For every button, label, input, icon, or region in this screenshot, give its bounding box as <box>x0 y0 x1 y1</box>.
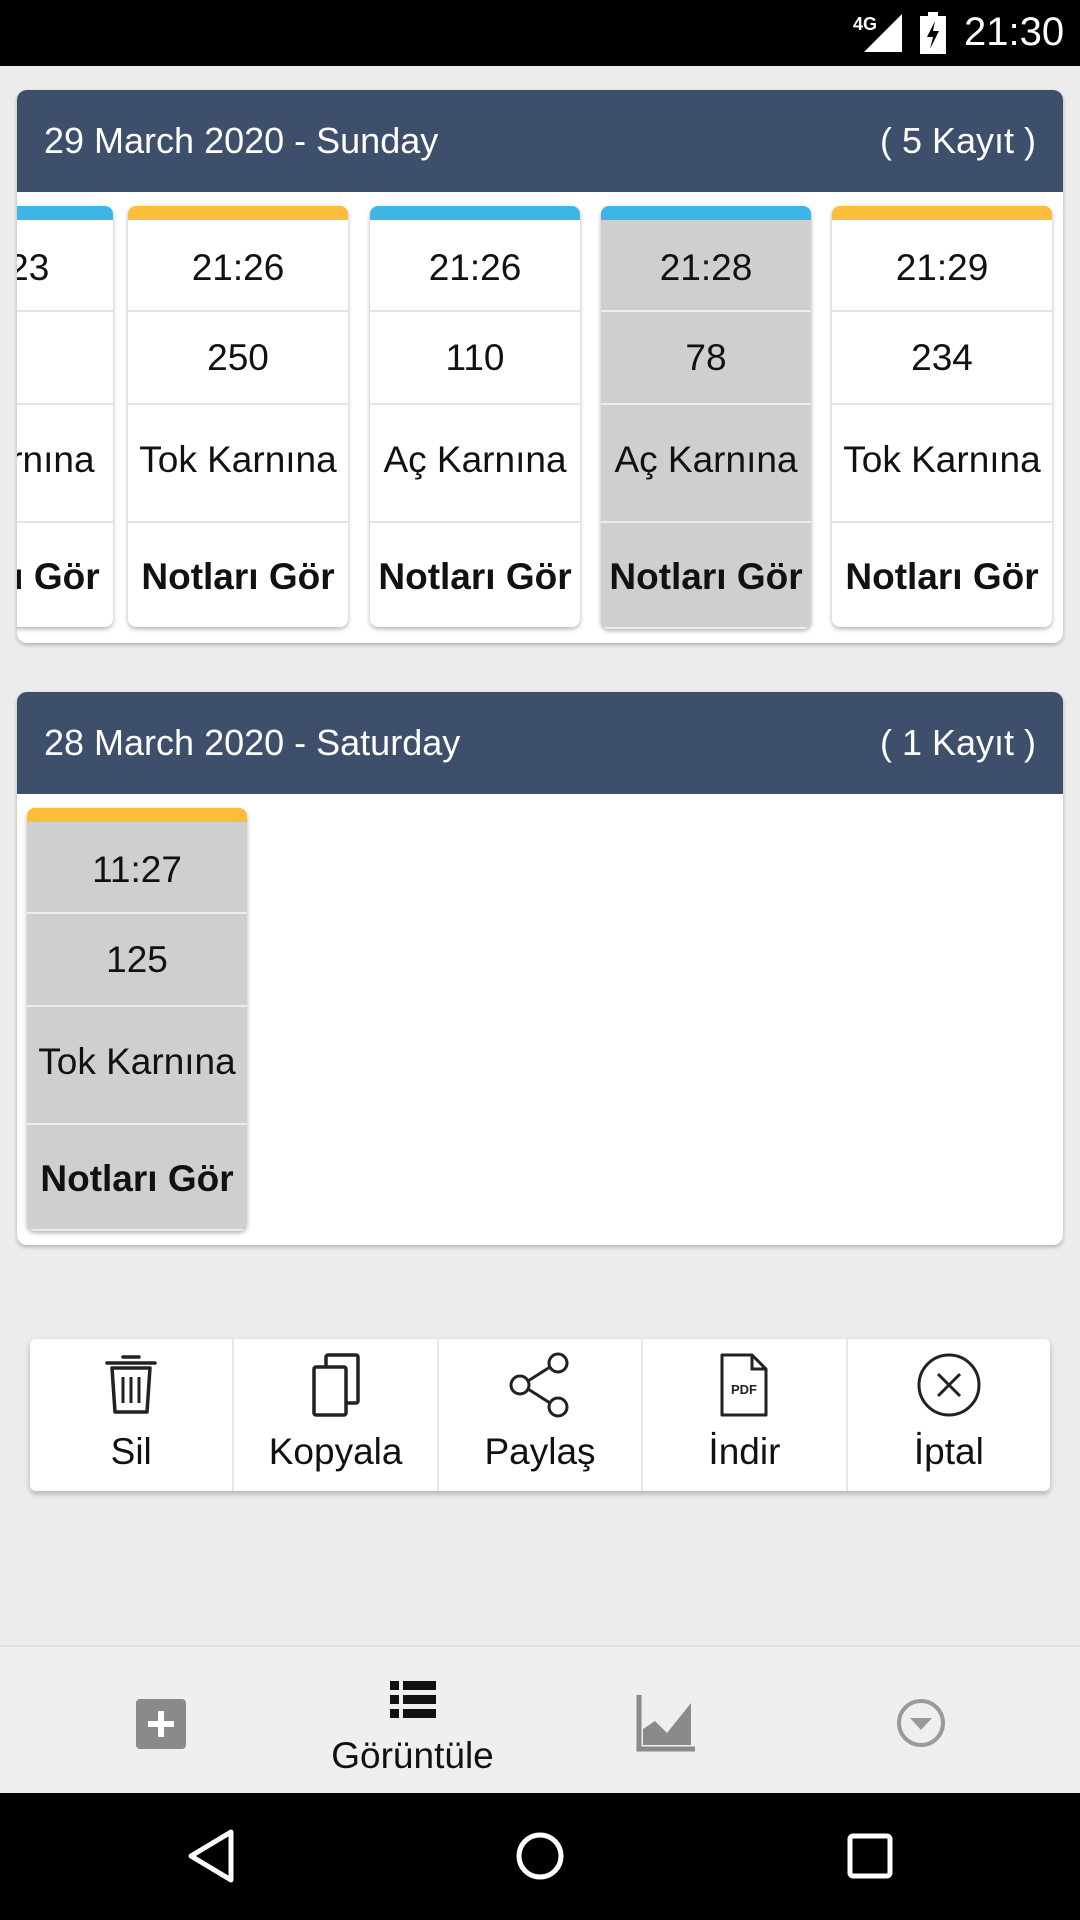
entry-value: 234 <box>832 312 1052 405</box>
download-label: İndir <box>708 1431 781 1472</box>
day-record-count: ( 5 Kayıt ) <box>879 120 1036 161</box>
delete-label: Sil <box>110 1431 152 1472</box>
entry-type: Tok Karnına <box>27 1007 247 1125</box>
status-time: 21:30 <box>964 10 1065 54</box>
entry-color-bar <box>27 808 247 822</box>
list-icon <box>390 1681 436 1718</box>
status-bar: 4G 21:30 <box>0 0 1080 66</box>
entry-type: Aç Karnına <box>370 405 580 523</box>
cancel-label: İptal <box>913 1431 984 1472</box>
copy-button[interactable]: Kopyala <box>234 1339 439 1491</box>
entry-value <box>17 312 113 405</box>
trash-icon <box>105 1355 157 1414</box>
nav-more[interactable] <box>795 1647 1050 1795</box>
entry-type: Aç Karnına <box>17 405 113 523</box>
entry-type: Tok Karnına <box>128 405 348 523</box>
entry-card[interactable]: 21:23 Aç Karnına Notları Gör <box>17 206 113 627</box>
day-header: 29 March 2020 - Sunday ( 5 Kayıt ) <box>17 90 1063 192</box>
delete-button[interactable]: Sil <box>30 1339 235 1491</box>
entry-color-bar <box>17 206 113 220</box>
day-card: 29 March 2020 - Sunday ( 5 Kayıt ) 21:23… <box>17 90 1063 643</box>
entry-value: 110 <box>370 312 580 405</box>
entry-time: 21:26 <box>128 220 348 312</box>
home-icon[interactable] <box>514 1830 566 1882</box>
day-header: 28 March 2020 - Saturday ( 1 Kayıt ) <box>17 692 1063 794</box>
chart-icon <box>636 1695 695 1752</box>
svg-text:PDF: PDF <box>731 1382 757 1397</box>
selection-action-bar: Sil Kopyala Paylaş PDF İndir İptal <box>30 1339 1050 1491</box>
day-card: 28 March 2020 - Saturday ( 1 Kayıt ) 11:… <box>17 692 1063 1245</box>
cancel-icon <box>917 1353 981 1417</box>
entry-color-bar <box>601 206 811 220</box>
day-date: 29 March 2020 - Sunday <box>44 120 439 161</box>
pdf-icon: PDF <box>720 1353 768 1417</box>
view-notes-button[interactable]: Notları Gör <box>128 523 348 627</box>
entry-color-bar <box>832 206 1052 220</box>
add-icon <box>136 1699 186 1749</box>
entry-time: 21:26 <box>370 220 580 312</box>
entry-value: 125 <box>27 914 247 1007</box>
entry-card-selected[interactable]: 11:27 125 Tok Karnına Notları Gör <box>27 808 247 1231</box>
recents-icon[interactable] <box>846 1832 894 1880</box>
cancel-button[interactable]: İptal <box>848 1339 1050 1491</box>
entry-card[interactable]: 21:29 234 Tok Karnına Notları Gör <box>832 206 1052 627</box>
nav-view[interactable]: Görüntüle <box>290 1647 535 1795</box>
view-notes-button[interactable]: Notları Gör <box>17 523 113 627</box>
nav-add[interactable] <box>30 1647 290 1795</box>
signal-icon <box>864 14 902 52</box>
entry-time: 21:23 <box>17 220 113 312</box>
view-notes-button[interactable]: Notları Gör <box>601 523 811 629</box>
entry-value: 78 <box>601 312 811 405</box>
day-date: 28 March 2020 - Saturday <box>44 722 461 763</box>
battery-charging-icon <box>920 12 946 54</box>
entry-color-bar <box>370 206 580 220</box>
entry-color-bar <box>128 206 348 220</box>
view-notes-button[interactable]: Notları Gör <box>27 1125 247 1231</box>
entry-type: Tok Karnına <box>832 405 1052 523</box>
download-pdf-button[interactable]: PDF İndir <box>643 1339 848 1491</box>
entry-value: 250 <box>128 312 348 405</box>
dropdown-icon <box>897 1699 945 1747</box>
copy-label: Kopyala <box>268 1431 403 1472</box>
entry-card-selected[interactable]: 21:28 78 Aç Karnına Notları Gör <box>601 206 811 629</box>
entry-time: 21:28 <box>601 220 811 312</box>
entry-type: Aç Karnına <box>601 405 811 523</box>
copy-icon <box>311 1353 360 1417</box>
system-navigation-bar <box>0 1793 1080 1920</box>
back-icon[interactable] <box>183 1826 239 1886</box>
share-icon <box>509 1352 569 1418</box>
share-button[interactable]: Paylaş <box>439 1339 644 1491</box>
entry-time: 11:27 <box>27 822 247 914</box>
view-notes-button[interactable]: Notları Gör <box>370 523 580 627</box>
view-notes-button[interactable]: Notları Gör <box>832 523 1052 627</box>
entry-card[interactable]: 21:26 250 Tok Karnına Notları Gör <box>128 206 348 627</box>
entry-card[interactable]: 21:26 110 Aç Karnına Notları Gör <box>370 206 580 627</box>
entry-list[interactable]: 11:27 125 Tok Karnına Notları Gör <box>17 794 1063 1245</box>
share-label: Paylaş <box>484 1431 596 1472</box>
nav-view-label: Görüntüle <box>331 1735 494 1776</box>
entry-time: 21:29 <box>832 220 1052 312</box>
nav-chart[interactable] <box>535 1647 795 1795</box>
entry-list[interactable]: 21:23 Aç Karnına Notları Gör 21:26 250 T… <box>17 192 1063 643</box>
bottom-navigation: Görüntüle <box>0 1645 1080 1795</box>
day-record-count: ( 1 Kayıt ) <box>879 722 1036 763</box>
